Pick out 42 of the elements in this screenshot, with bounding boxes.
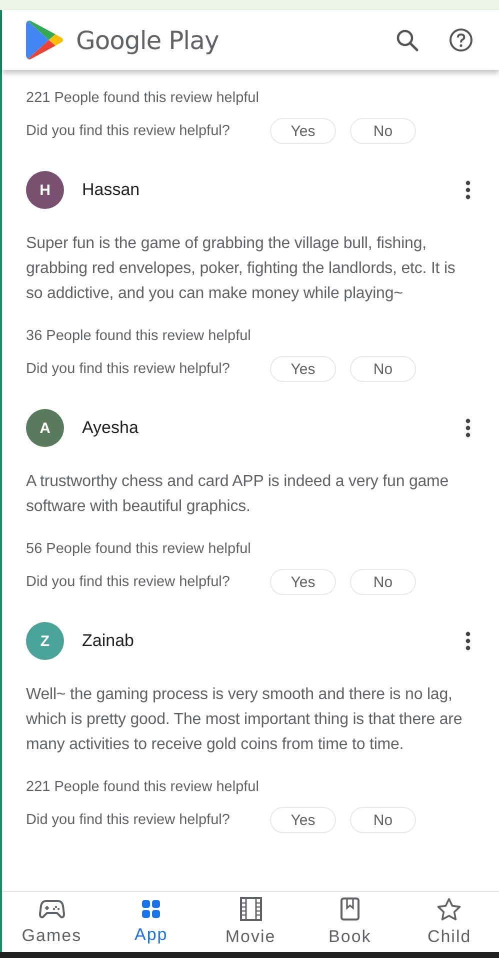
reviewer-name: Ayesha xyxy=(82,418,138,438)
book-icon xyxy=(340,897,360,921)
apps-grid-icon xyxy=(141,899,162,919)
no-button[interactable]: No xyxy=(350,118,416,144)
more-options-icon[interactable] xyxy=(465,180,471,200)
app-title: Google Play xyxy=(76,26,219,54)
helpful-question: Did you find this review helpful? xyxy=(26,123,231,139)
help-icon[interactable] xyxy=(449,28,473,52)
helpful-question: Did you find this review helpful? xyxy=(26,361,231,377)
helpful-count: 36 People found this review helpful xyxy=(26,328,252,344)
nav-tab[interactable]: Games xyxy=(2,892,102,952)
helpful-question: Did you find this review helpful? xyxy=(26,812,231,828)
avatar: A xyxy=(26,409,64,447)
more-options-icon[interactable] xyxy=(465,631,471,651)
helpful-count: 221 People found this review helpful xyxy=(26,779,260,795)
gamepad-icon xyxy=(38,898,65,920)
reviewer-name: Zainab xyxy=(82,631,134,651)
review-text: A trustworthy chess and card APP is indeed a very fun game software with beautiful graphics. xyxy=(26,472,450,517)
helpful-question: Did you find this review helpful? xyxy=(26,574,231,590)
yes-button[interactable]: Yes xyxy=(270,807,336,833)
yes-button[interactable]: Yes xyxy=(270,356,336,382)
star-icon xyxy=(436,897,462,921)
search-icon[interactable] xyxy=(395,28,419,52)
nav-tab[interactable]: Child xyxy=(400,892,499,952)
review-text: Super fun is the game of grabbing the village bull, fishing, grabbing red envelopes, poker, fighting the landlords, etc. It is so addictive, and you can make money while playing~ xyxy=(26,234,456,304)
no-button[interactable]: No xyxy=(350,807,416,833)
review-text: Well~ the gaming process is very smooth and there is no lag, which is pretty good. The most important thing is that there are many activities to receive gold coins from time to time. xyxy=(26,685,464,755)
nav-tab[interactable]: App xyxy=(101,892,201,952)
yes-button[interactable]: Yes xyxy=(270,569,336,595)
helpful-count: 221 People found this review helpful xyxy=(26,90,260,106)
film-icon xyxy=(240,897,262,921)
helpful-count: 56 People found this review helpful xyxy=(26,541,252,557)
nav-tab[interactable]: Book xyxy=(300,892,400,952)
reviewer-name: Hassan xyxy=(82,180,140,200)
no-button[interactable]: No xyxy=(350,569,416,595)
play-logo-icon xyxy=(26,19,64,61)
avatar: H xyxy=(26,171,64,209)
no-button[interactable]: No xyxy=(350,356,416,382)
more-options-icon[interactable] xyxy=(465,418,471,438)
nav-tab[interactable]: Movie xyxy=(200,892,300,952)
avatar: Z xyxy=(26,622,64,660)
yes-button[interactable]: Yes xyxy=(270,118,336,144)
